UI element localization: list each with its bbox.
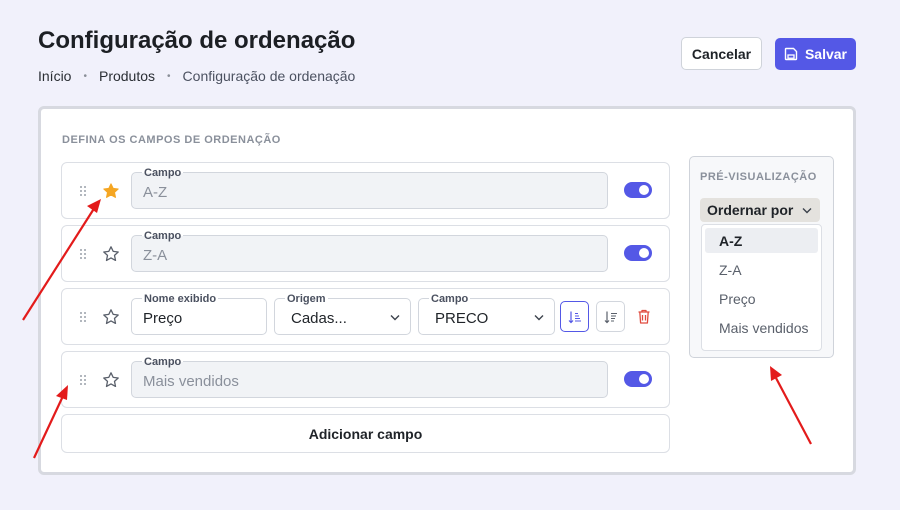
- sort-field-row: Campo A-Z: [61, 162, 670, 219]
- display-name-input[interactable]: Nome exibido Preço: [131, 293, 267, 335]
- sort-ascending-button[interactable]: [560, 301, 589, 332]
- breadcrumb-separator: •: [167, 70, 171, 82]
- enabled-toggle[interactable]: [624, 371, 652, 387]
- display-name-value: Preço: [143, 310, 183, 327]
- field-label: Campo: [142, 167, 184, 179]
- breadcrumb: Início • Produtos • Configuração de orde…: [38, 68, 355, 84]
- field-value: PRECO: [435, 310, 489, 327]
- drag-handle-icon[interactable]: [79, 374, 87, 386]
- save-button-label: Salvar: [804, 46, 848, 62]
- enabled-toggle[interactable]: [624, 182, 652, 198]
- origin-label: Origem: [285, 293, 328, 305]
- sort-descending-button[interactable]: [596, 301, 625, 332]
- menu-item[interactable]: A-Z: [705, 228, 818, 253]
- field-label: Campo: [429, 293, 471, 305]
- drag-handle-icon[interactable]: [79, 185, 87, 197]
- order-by-dropdown[interactable]: Ordernar por: [700, 198, 820, 222]
- save-icon: [784, 47, 798, 61]
- chevron-down-icon: [802, 208, 812, 214]
- preview-panel: PRÉ-VISUALIZAÇÃO Ordernar por A-Z Z-A Pr…: [689, 156, 834, 358]
- field-value: Mais vendidos: [143, 373, 239, 390]
- menu-item[interactable]: Z-A: [705, 257, 818, 282]
- star-filled-icon[interactable]: [102, 182, 120, 200]
- enabled-toggle[interactable]: [624, 245, 652, 261]
- field-label: Campo: [142, 230, 184, 242]
- field-select[interactable]: Campo PRECO: [418, 293, 555, 335]
- breadcrumb-separator: •: [83, 70, 87, 82]
- breadcrumb-current: Configuração de ordenação: [182, 68, 356, 84]
- section-title: DEFINA OS CAMPOS DE ORDENAÇÃO: [62, 134, 281, 146]
- add-field-button[interactable]: Adicionar campo: [61, 414, 670, 453]
- sort-field-row: Campo Mais vendidos: [61, 351, 670, 408]
- sort-field-row: Campo Z-A: [61, 225, 670, 282]
- chevron-down-icon: [534, 315, 544, 321]
- preview-title: PRÉ-VISUALIZAÇÃO: [700, 171, 817, 183]
- breadcrumb-products[interactable]: Produtos: [99, 68, 155, 84]
- origin-value: Cadas...: [291, 310, 347, 327]
- star-outline-icon[interactable]: [102, 308, 120, 326]
- star-outline-icon[interactable]: [102, 371, 120, 389]
- display-name-label: Nome exibido: [142, 293, 219, 305]
- field-value: Z-A: [143, 247, 168, 264]
- sort-field-row-custom: Nome exibido Preço Origem Cadas... Campo…: [61, 288, 670, 345]
- field-label: Campo: [142, 356, 184, 368]
- sort-ascending-icon: [568, 311, 581, 323]
- cancel-button[interactable]: Cancelar: [681, 37, 762, 70]
- page-title: Configuração de ordenação: [38, 27, 356, 54]
- menu-item[interactable]: Preço: [705, 286, 818, 311]
- sort-descending-icon: [604, 311, 617, 323]
- origin-select[interactable]: Origem Cadas...: [274, 293, 411, 335]
- chevron-down-icon: [390, 315, 400, 321]
- star-outline-icon[interactable]: [102, 245, 120, 263]
- save-button[interactable]: Salvar: [775, 38, 856, 70]
- drag-handle-icon[interactable]: [79, 311, 87, 323]
- field-input[interactable]: Campo Mais vendidos: [131, 356, 608, 398]
- field-value: A-Z: [143, 184, 168, 201]
- sort-config-card: DEFINA OS CAMPOS DE ORDENAÇÃO Campo A-Z …: [38, 106, 856, 475]
- drag-handle-icon[interactable]: [79, 248, 87, 260]
- menu-item[interactable]: Mais vendidos: [705, 315, 818, 340]
- order-by-menu: A-Z Z-A Preço Mais vendidos: [701, 224, 822, 351]
- order-by-label: Ordernar por: [707, 202, 794, 218]
- field-input[interactable]: Campo Z-A: [131, 230, 608, 272]
- trash-icon[interactable]: [636, 308, 652, 325]
- field-input[interactable]: Campo A-Z: [131, 167, 608, 209]
- breadcrumb-home[interactable]: Início: [38, 68, 71, 84]
